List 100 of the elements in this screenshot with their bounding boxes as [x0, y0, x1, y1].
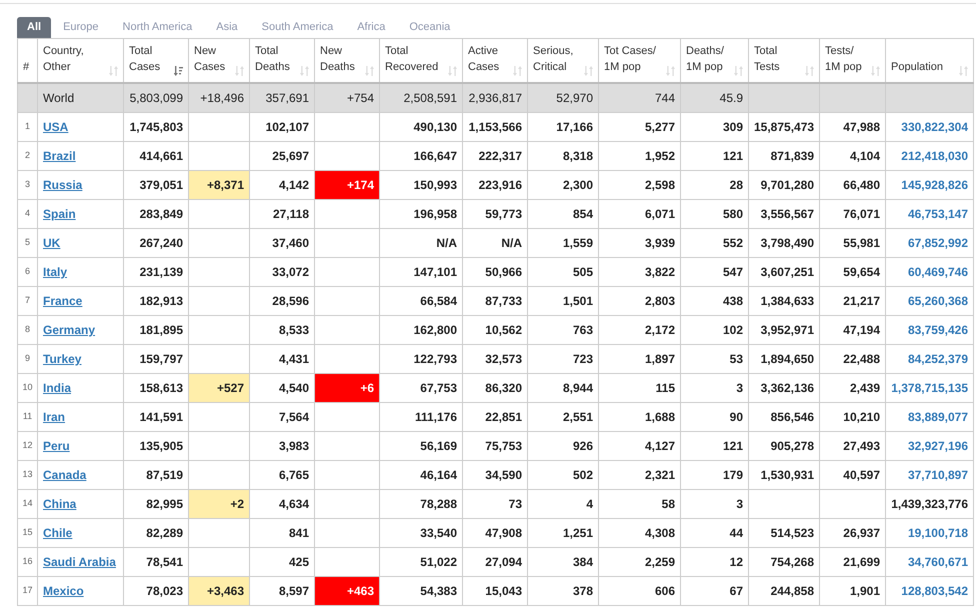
table-cell: 50,966	[462, 258, 528, 286]
table-cell: 8,533	[250, 316, 314, 344]
rank-number: 3	[18, 170, 38, 200]
table-cell: 59,654	[820, 258, 886, 286]
rank-number: 14	[18, 490, 38, 518]
table-cell: 73	[462, 490, 528, 518]
table-cell: 2,321	[598, 460, 680, 490]
table-cell: 4	[528, 490, 598, 518]
sort-icon[interactable]	[448, 66, 457, 76]
country-link[interactable]: Spain	[43, 207, 76, 221]
table-cell: 17,166	[528, 112, 598, 142]
table-cell: 547	[680, 258, 748, 286]
country-link[interactable]: USA	[43, 120, 68, 134]
sort-icon[interactable]	[109, 66, 118, 76]
table-cell: N/A	[380, 228, 462, 258]
region-tab[interactable]: South America	[250, 17, 346, 38]
table-cell: 871,839	[748, 142, 820, 170]
table-cell: 37,460	[250, 228, 314, 258]
country-link[interactable]: Brazil	[43, 149, 76, 163]
table-cell: 580	[680, 200, 748, 228]
table-cell: 122,793	[380, 344, 462, 374]
sort-icon[interactable]	[513, 66, 522, 76]
sort-icon[interactable]	[734, 66, 743, 76]
table-cell: 1,745,803	[124, 112, 188, 142]
table-cell: 9,701,280	[748, 170, 820, 200]
table-cell: 22,488	[820, 344, 886, 374]
table-cell: +8,371	[188, 170, 250, 200]
table-cell: 502	[528, 460, 598, 490]
sort-icon[interactable]	[584, 66, 593, 76]
table-cell: 856,546	[748, 402, 820, 432]
table-cell: 111,176	[380, 402, 462, 432]
region-tab[interactable]: Europe	[51, 17, 111, 38]
sort-icon[interactable]	[365, 66, 374, 76]
table-cell: 222,317	[462, 142, 528, 170]
table-cell: 10,210	[820, 402, 886, 432]
table-cell: 52,970	[528, 82, 598, 112]
table-cell: +18,496	[188, 82, 250, 112]
table-cell: 78,541	[124, 548, 188, 576]
table-cell: 606	[598, 576, 680, 606]
table-cell: 3,952,971	[748, 316, 820, 344]
table-cell: 223,916	[462, 170, 528, 200]
table-cell: 3	[680, 490, 748, 518]
region-tab[interactable]: Africa	[345, 17, 398, 38]
country-link[interactable]: Chile	[43, 526, 72, 540]
country-link[interactable]: Italy	[43, 265, 68, 279]
table-cell: 150,993	[380, 170, 462, 200]
country-link[interactable]: Peru	[43, 439, 70, 453]
table-cell: 34,590	[462, 460, 528, 490]
table-cell: +2	[188, 490, 250, 518]
table-cell: 33,540	[380, 518, 462, 548]
table-cell: 2,439	[820, 374, 886, 402]
table-cell: 10,562	[462, 316, 528, 344]
sort-icon[interactable]	[666, 66, 675, 76]
table-cell: 196,958	[380, 200, 462, 228]
sort-icon[interactable]	[300, 66, 309, 76]
table-cell: 2,508,591	[380, 82, 462, 112]
country-link[interactable]: India	[43, 381, 72, 395]
table-cell: 55,981	[820, 228, 886, 258]
table-cell: 4,431	[250, 344, 314, 374]
table-cell: 141,591	[124, 402, 188, 432]
table-cell: +6	[314, 374, 380, 402]
table-cell: 33,072	[250, 258, 314, 286]
country-link[interactable]: China	[43, 497, 76, 511]
table-cell: 47,908	[462, 518, 528, 548]
table-cell: 763	[528, 316, 598, 344]
table-cell: 8,944	[528, 374, 598, 402]
sort-icon[interactable]	[959, 66, 968, 76]
table-cell: 102,107	[250, 112, 314, 142]
table-cell: 3,798,490	[748, 228, 820, 258]
sort-icon[interactable]	[235, 66, 244, 76]
table-cell: 2,598	[598, 170, 680, 200]
sort-icon[interactable]	[805, 66, 814, 76]
table-cell: 309	[680, 112, 748, 142]
region-tab[interactable]: Oceania	[397, 17, 462, 38]
table-cell: 7,564	[250, 402, 314, 432]
table-cell: 4,127	[598, 432, 680, 460]
country-link[interactable]: UK	[43, 236, 60, 250]
rank-number: 5	[18, 228, 38, 258]
table-cell: 5,277	[598, 112, 680, 142]
table-cell: 3	[680, 374, 748, 402]
region-tab[interactable]: All	[17, 17, 52, 38]
table-cell: 182,913	[124, 286, 188, 316]
rank-number: 16	[18, 548, 38, 576]
table-cell: 66,480	[820, 170, 886, 200]
table-cell: 67,753	[380, 374, 462, 402]
table-cell: 78,288	[380, 490, 462, 518]
table-cell: 66,584	[380, 286, 462, 316]
table-cell: 59,773	[462, 200, 528, 228]
sort-icon[interactable]	[871, 66, 880, 76]
country-link[interactable]: Iran	[43, 410, 66, 424]
table-cell: 505	[528, 258, 598, 286]
sort-descending-icon[interactable]	[174, 66, 183, 76]
table-cell: 754,268	[748, 548, 820, 576]
region-tab[interactable]: Asia	[204, 17, 250, 38]
table-cell: 21,699	[820, 548, 886, 576]
region-tab[interactable]: North America	[110, 17, 204, 38]
table-cell: 15,875,473	[748, 112, 820, 142]
table-cell: 87,733	[462, 286, 528, 316]
table-cell: +174	[314, 170, 380, 200]
table-cell: 147,101	[380, 258, 462, 286]
